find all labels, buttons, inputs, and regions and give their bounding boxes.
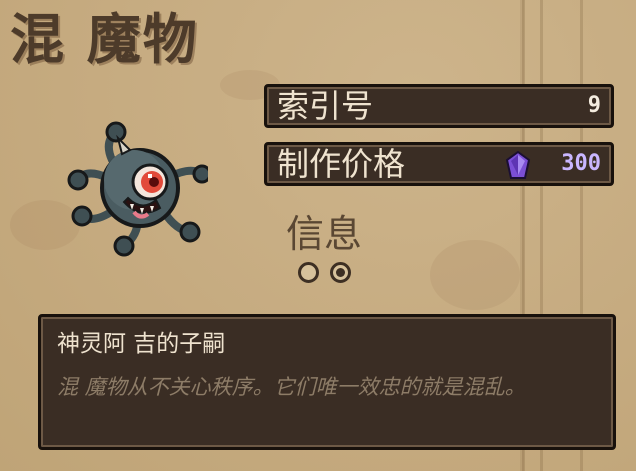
craft-cost-row: 制作价格 300 <box>264 142 614 186</box>
index-number-row: 索引号 9 <box>264 84 614 128</box>
index-number-value: 9 <box>587 93 601 118</box>
info-heading: 信息 <box>286 212 363 256</box>
description-panel: 神灵阿 吉的子嗣 混 魔物从不关心秩序。它们唯一效忠的就是混乱。 <box>38 314 616 450</box>
description-title: 神灵阿 吉的子嗣 <box>57 331 226 357</box>
craft-cost-label: 制作价格 <box>277 145 406 183</box>
crystal-gem-icon <box>505 150 531 181</box>
craft-cost-value: 300 <box>561 151 601 176</box>
index-number-label: 索引号 <box>277 87 374 125</box>
description-body: 混 魔物从不关心秩序。它们唯一效忠的就是混乱。 <box>57 375 526 399</box>
monster-title: 混 魔物 <box>10 8 199 71</box>
page-dot-1[interactable] <box>298 262 319 283</box>
page-indicator <box>298 262 358 284</box>
chaos-beholder-monster-icon <box>64 120 212 260</box>
page-dot-2-active[interactable] <box>330 262 351 283</box>
